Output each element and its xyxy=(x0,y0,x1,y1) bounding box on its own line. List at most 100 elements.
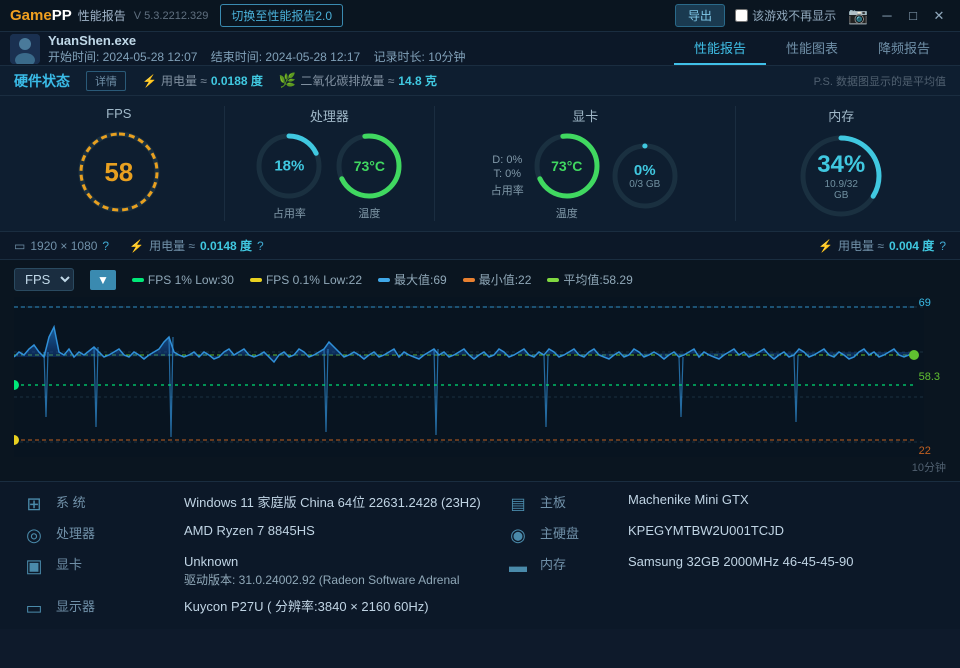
cpu-usage-value: 18% xyxy=(274,158,304,175)
gpu-power-icon: ⚡ xyxy=(818,239,833,253)
cpu-temp-sub: 温度 xyxy=(358,205,380,221)
hw-detail-button[interactable]: 详情 xyxy=(86,71,126,91)
mem-sys-icon: ▬ xyxy=(504,554,532,577)
cpu-power-icon: ⚡ xyxy=(129,239,144,253)
cpu-label: 处理器 xyxy=(310,106,349,125)
cpu-usage-value-wrap: 18% xyxy=(274,158,304,175)
co2-icon: 🌿 xyxy=(279,72,296,89)
cpu-power-info: ⚡ 用电量 ≈ 0.0148 度 ? xyxy=(129,237,264,254)
cpu-sys-icon: ◎ xyxy=(20,523,48,546)
mem-gauge: 34% 10.9/32 GB xyxy=(796,131,886,221)
cpu-temp-value: 73°C xyxy=(354,158,385,174)
metrics-row: FPS 58 处理器 18% xyxy=(0,96,960,232)
cpu-power-label: 用电量 ≈ xyxy=(149,237,195,254)
close-button[interactable]: ✕ xyxy=(928,5,950,27)
gpu-d-usage: D: 0% xyxy=(492,154,522,166)
gpu-vram-detail: 0/3 GB xyxy=(629,179,660,190)
info-bar: ▭ 1920 × 1080 ? ⚡ 用电量 ≈ 0.0148 度 ? ⚡ 用电量… xyxy=(0,232,960,260)
gpu-vram-pct: 0% xyxy=(629,162,660,179)
tabs-row: YuanShen.exe 开始时间: 2024-05-28 12:07 结束时间… xyxy=(0,32,960,66)
gpu-vram-gauge: 0% 0/3 GB xyxy=(610,141,680,211)
legend-max: 最大值:69 xyxy=(378,271,447,288)
legend-fps-01pct: FPS 0.1% Low:22 xyxy=(250,273,362,287)
mb-label: 主板 xyxy=(540,492,620,511)
legend-label-fps01: FPS 0.1% Low:22 xyxy=(266,273,362,287)
mb-icon: ▤ xyxy=(504,492,532,514)
gpu-label: 显卡 xyxy=(572,106,598,125)
resolution-help-icon[interactable]: ? xyxy=(102,239,109,253)
mem-metric: 内存 34% 10.9/32 GB xyxy=(736,106,946,221)
chart-x-label: 10分钟 xyxy=(14,457,946,481)
power-icon: ⚡ xyxy=(142,74,157,88)
resolution-value: 1920 × 1080 xyxy=(30,239,97,253)
legend-label-avg: 平均值:58.29 xyxy=(563,271,632,288)
gpu-usage-sub: 占用率 xyxy=(491,182,524,198)
legend-dot-fps01 xyxy=(250,278,262,282)
display-sys-label: 显示器 xyxy=(56,596,176,615)
gpu-temp-sub: 温度 xyxy=(556,205,578,221)
tab-throttle-report[interactable]: 降频报告 xyxy=(858,32,950,65)
no-show-checkbox[interactable] xyxy=(735,9,748,22)
system-info: ⊞ 系 统 Windows 11 家庭版 China 64位 22631.242… xyxy=(0,481,960,629)
gpu-power-help-icon[interactable]: ? xyxy=(939,239,946,253)
gpu-power-value: 0.004 度 xyxy=(889,237,934,254)
gpu-sys-icon: ▣ xyxy=(20,554,48,577)
storage-icon: ◉ xyxy=(504,523,532,546)
cpu-usage-gauge: 18% xyxy=(254,131,324,201)
gpu-power-label: 用电量 ≈ xyxy=(838,237,884,254)
legend-dot-fps1 xyxy=(132,278,144,282)
cpu-power-value: 0.0148 度 xyxy=(200,237,252,254)
gpu-power-info: ⚡ 用电量 ≈ 0.004 度 ? xyxy=(818,237,946,254)
gpu-sys-value: Unknown 驱动版本: 31.0.24002.92 (Radeon Soft… xyxy=(184,554,496,588)
minimize-button[interactable]: ─ xyxy=(876,5,898,27)
hw-status-title: 硬件状态 xyxy=(14,71,70,91)
fps-value-container: 58 xyxy=(104,159,133,185)
mb-value: Machenike Mini GTX xyxy=(628,492,940,507)
power-value: 0.0188 度 xyxy=(211,72,263,89)
game-details: YuanShen.exe 开始时间: 2024-05-28 12:07 结束时间… xyxy=(48,33,466,65)
display-icon: ▭ xyxy=(14,239,25,253)
gpu-sys-label: 显卡 xyxy=(56,554,176,573)
cpu-sys-label: 处理器 xyxy=(56,523,176,542)
tab-performance-report[interactable]: 性能报告 xyxy=(674,32,766,65)
system-value: Windows 11 家庭版 China 64位 22631.2428 (23H… xyxy=(184,492,496,511)
tab-performance-chart[interactable]: 性能图表 xyxy=(766,32,858,65)
avatar xyxy=(10,34,40,64)
chart-dropdown-button[interactable]: ▼ xyxy=(90,270,116,290)
storage-value: KPEGYMTBW2U001TCJD xyxy=(628,523,940,538)
gpu-t-usage: T: 0% xyxy=(494,168,522,180)
legend-fps-1pct: FPS 1% Low:30 xyxy=(132,273,234,287)
legend-min: 最小值:22 xyxy=(463,271,532,288)
legend-label-min: 最小值:22 xyxy=(479,271,532,288)
mem-pct: 34% xyxy=(817,151,865,179)
switch-report-button[interactable]: 切换至性能报告2.0 xyxy=(220,4,343,27)
camera-icon[interactable]: 📷 xyxy=(848,6,868,26)
legend-dot-min xyxy=(463,278,475,282)
mem-sys-value: Samsung 32GB 2000MHz 46-45-45-90 xyxy=(628,554,940,569)
chart-area: FPS ▼ FPS 1% Low:30 FPS 0.1% Low:22 最大值:… xyxy=(0,260,960,481)
resolution-info: ▭ 1920 × 1080 ? xyxy=(14,239,109,253)
maximize-button[interactable]: □ xyxy=(902,5,924,27)
mem-value-container: 34% 10.9/32 GB xyxy=(817,151,865,201)
system-icon: ⊞ xyxy=(20,492,48,515)
game-info: YuanShen.exe 开始时间: 2024-05-28 12:07 结束时间… xyxy=(10,33,674,65)
cpu-power-help-icon[interactable]: ? xyxy=(257,239,264,253)
cpu-temp-gauge: 73°C xyxy=(334,131,404,201)
co2-value: 14.8 克 xyxy=(398,72,437,89)
game-title: YuanShen.exe xyxy=(48,33,466,48)
no-show-label: 该游戏不再显示 xyxy=(752,7,836,24)
co2-stat: 🌿 二氧化碳排放量 ≈ 14.8 克 xyxy=(279,72,437,89)
titlebar: GamePP 性能报告 V 5.3.2212.329 切换至性能报告2.0 导出… xyxy=(0,0,960,32)
display-sys-value: Kuycon P27U ( 分辨率:3840 × 2160 60Hz) xyxy=(184,596,496,615)
gpu-metric: 显卡 D: 0% T: 0% 占用率 73°C xyxy=(435,106,736,221)
export-button[interactable]: 导出 xyxy=(675,4,725,27)
gpu-driver-value: 驱动版本: 31.0.24002.92 (Radeon Software Adr… xyxy=(184,571,496,588)
cpu-metric: 处理器 18% 占用率 xyxy=(225,106,436,221)
gpu-temp-value: 73°C xyxy=(551,158,582,174)
power-stat: ⚡ 用电量 ≈ 0.0188 度 xyxy=(142,72,263,89)
legend-dot-avg xyxy=(547,278,559,282)
metric-select[interactable]: FPS xyxy=(14,268,74,291)
legend-label-fps1: FPS 1% Low:30 xyxy=(148,273,234,287)
tab-group: 性能报告 性能图表 降频报告 xyxy=(674,32,950,65)
chart-legend: FPS 1% Low:30 FPS 0.1% Low:22 最大值:69 最小值… xyxy=(132,271,633,288)
